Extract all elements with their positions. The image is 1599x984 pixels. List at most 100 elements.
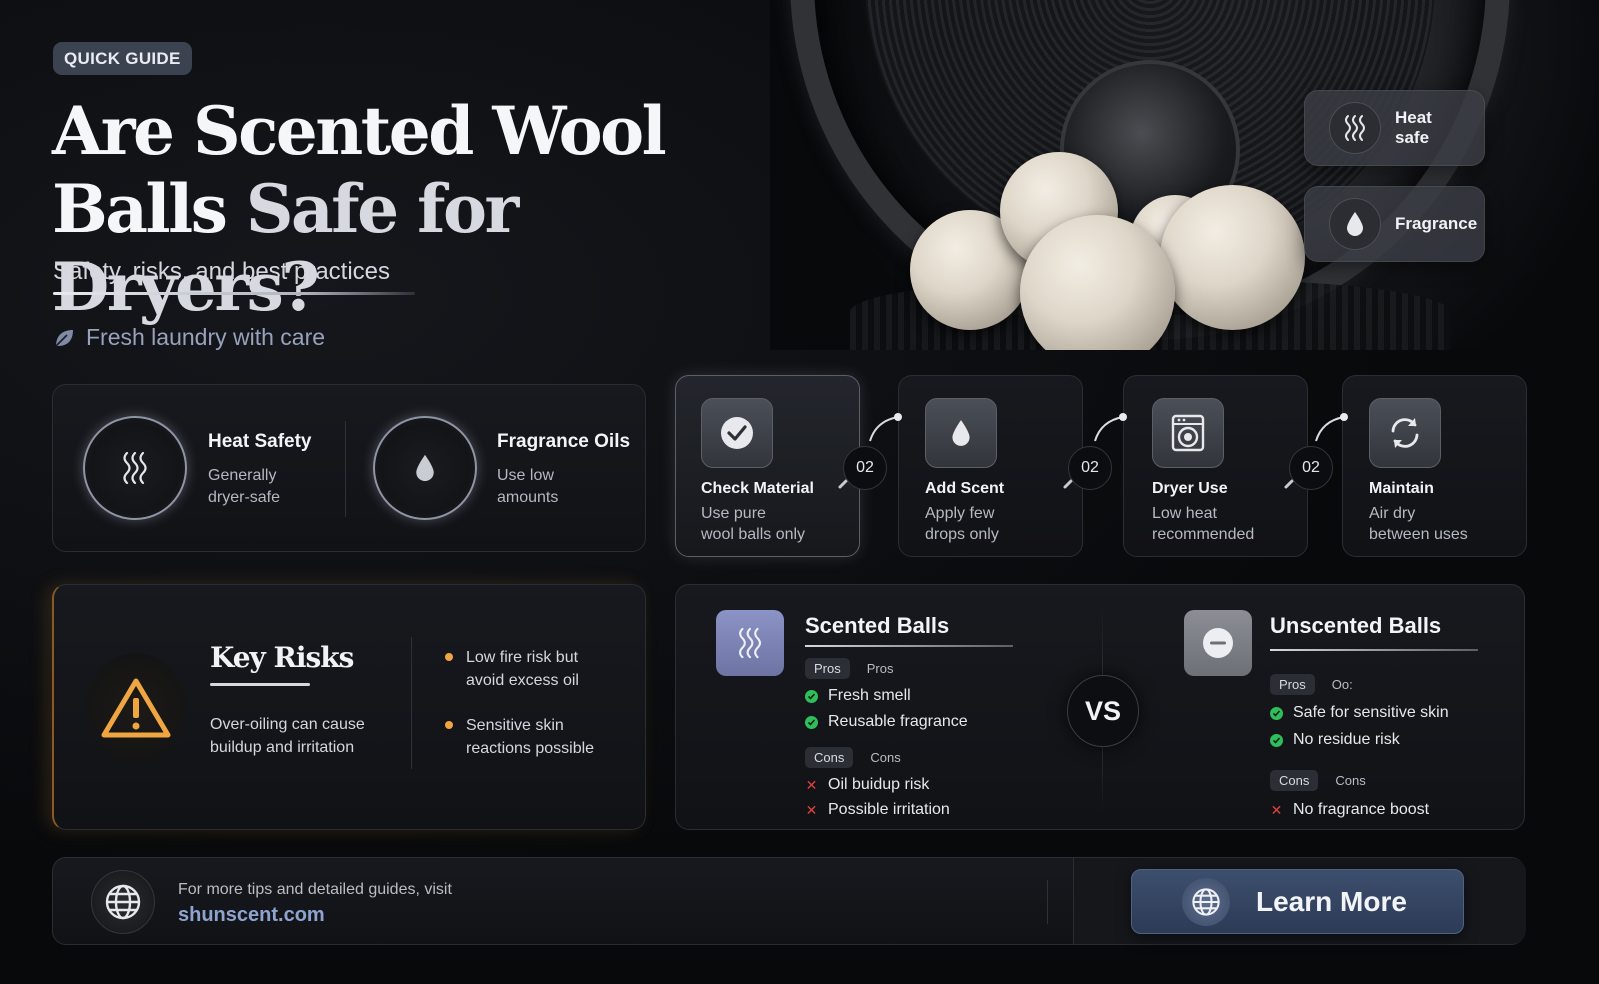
step-desc-line1: Apply few	[925, 505, 995, 522]
chip-heat-line2: safe	[1395, 128, 1430, 147]
scented-pros-list: Fresh smell Reusable fragrance	[805, 687, 968, 731]
dryer-drum-image	[770, 0, 1599, 350]
risk-bullet-1: Low fire risk but avoid excess oil	[466, 646, 579, 692]
risk-bullet-2-line1: Sensitive skin	[466, 717, 564, 734]
footer-text: For more tips and detailed guides, visit	[178, 881, 452, 898]
subtitle-underline	[53, 292, 415, 295]
key-risks-desc: Over-oiling can cause buildup and irrita…	[210, 713, 365, 759]
list-item: Reusable fragrance	[805, 713, 968, 731]
learn-more-button[interactable]: Learn More	[1131, 869, 1464, 934]
cons-pill: Cons	[1270, 770, 1319, 791]
step-desc-line1: Use pure	[701, 505, 766, 522]
tagline-text: Fresh laundry with care	[86, 324, 326, 350]
bullet-dot	[445, 653, 453, 661]
heat-desc-line1: Generally	[208, 467, 277, 484]
step-desc-line2: between uses	[1369, 526, 1468, 543]
connector-number: 02	[1068, 446, 1112, 490]
risk-bullet-2: Sensitive skin reactions possible	[466, 714, 594, 760]
step-desc-line1: Air dry	[1369, 505, 1416, 522]
subtitle: Safety, risks, and best practices	[53, 258, 391, 285]
list-item: Fresh smell	[805, 687, 968, 705]
heat-waves-icon	[83, 416, 187, 520]
refresh-icon	[1369, 398, 1441, 468]
list-item: ✕ No fragrance boost	[1270, 801, 1429, 819]
step-desc: Low heat recommended	[1152, 503, 1254, 545]
step-title: Maintain	[1369, 480, 1434, 497]
divider	[1047, 880, 1048, 924]
pros-pills: Pros Pros	[805, 658, 902, 679]
leaf-icon	[55, 329, 73, 347]
bullet-dot	[445, 721, 453, 729]
list-item-text: Safe for sensitive skin	[1293, 704, 1449, 721]
page-title: Are Scented Wool Balls Safe for Dryers?	[52, 92, 752, 326]
footer-link[interactable]: shunscent.com	[178, 904, 325, 927]
learn-more-label: Learn More	[1256, 885, 1407, 917]
list-item: ✕ Oil buidup risk	[805, 776, 950, 794]
dryer-icon	[1152, 398, 1224, 468]
list-item-text: No residue risk	[1293, 731, 1400, 748]
step-title: Dryer Use	[1152, 480, 1228, 497]
scented-cons-list: ✕ Oil buidup risk ✕ Possible irritation	[805, 776, 950, 819]
list-item-text: Fresh smell	[828, 687, 911, 704]
heat-waves-icon	[1329, 102, 1381, 154]
cross-icon: ✕	[1270, 801, 1283, 818]
step-title: Add Scent	[925, 480, 1005, 497]
tagline: Fresh laundry with care	[52, 324, 325, 351]
unscented-pros-list: Safe for sensitive skin No residue risk	[1270, 704, 1449, 749]
title-line-2: Balls Safe for Dryers?	[52, 170, 752, 326]
title-underline	[805, 645, 1013, 647]
cons-pills: Cons Cons	[1270, 770, 1375, 791]
check-icon	[805, 715, 818, 729]
list-item: No residue risk	[1270, 731, 1449, 749]
unscented-title: Unscented Balls	[1270, 613, 1442, 638]
risk-bullet-1-line1: Low fire risk but	[466, 649, 579, 666]
cons-ghost-pill: Cons	[1335, 773, 1366, 788]
oil-desc-line1: Use low	[497, 467, 554, 484]
list-item: Safe for sensitive skin	[1270, 704, 1449, 722]
oil-desc-line2: amounts	[497, 489, 559, 506]
minus-circle-icon	[1184, 610, 1252, 676]
list-item-text: No fragrance boost	[1293, 801, 1430, 818]
risks-desc-line2: buildup and irritation	[210, 739, 355, 756]
heat-safety-title: Heat Safety	[208, 431, 312, 452]
check-icon	[1270, 706, 1283, 720]
key-risks-title: Key Risks	[210, 641, 354, 674]
risk-bullet-2-line2: reactions possible	[466, 740, 595, 757]
connector-number: 02	[843, 446, 887, 490]
heat-safety-desc: Generally dryer-safe	[208, 465, 280, 509]
vs-badge: VS	[1067, 675, 1139, 747]
divider	[345, 421, 346, 517]
step-desc-line2: wool balls only	[701, 526, 806, 543]
list-item-text: Possible irritation	[828, 801, 950, 818]
check-icon	[701, 398, 773, 468]
wool-ball	[1160, 185, 1305, 330]
globe-icon	[91, 870, 155, 934]
pros-pill: Pros	[805, 658, 850, 679]
droplet-icon	[925, 398, 997, 468]
droplet-icon	[373, 416, 477, 520]
chip-fragrance-label: Fragrance	[1395, 214, 1478, 233]
fragrance-oils-title: Fragrance Oils	[497, 431, 631, 452]
check-icon	[805, 689, 818, 703]
heat-desc-line2: dryer-safe	[208, 489, 281, 506]
globe-icon	[1182, 877, 1230, 926]
step-desc: Air dry between uses	[1369, 503, 1468, 545]
list-item-text: Oil buidup risk	[828, 776, 930, 793]
connector-number: 02	[1289, 446, 1333, 490]
cons-pills: Cons Cons	[805, 747, 910, 768]
pros-pill: Pros	[1270, 674, 1315, 695]
cons-pill: Cons	[805, 747, 854, 768]
title-underline	[1270, 649, 1478, 651]
comparison-card: Scented Balls Pros Pros Fresh smell Reus…	[675, 584, 1525, 830]
unscented-cons-list: ✕ No fragrance boost	[1270, 801, 1429, 819]
step-title: Check Material	[701, 480, 814, 497]
list-item-text: Reusable fragrance	[828, 713, 968, 730]
step-maintain: Maintain Air dry between uses	[1342, 375, 1527, 557]
chip-heat-line1: Heat	[1395, 108, 1432, 127]
risks-desc-line1: Over-oiling can cause	[210, 716, 365, 733]
check-icon	[1270, 733, 1283, 747]
list-item: ✕ Possible irritation	[805, 801, 950, 819]
title-underline	[210, 683, 310, 686]
divider	[411, 637, 412, 769]
step-desc: Apply few drops only	[925, 503, 999, 545]
